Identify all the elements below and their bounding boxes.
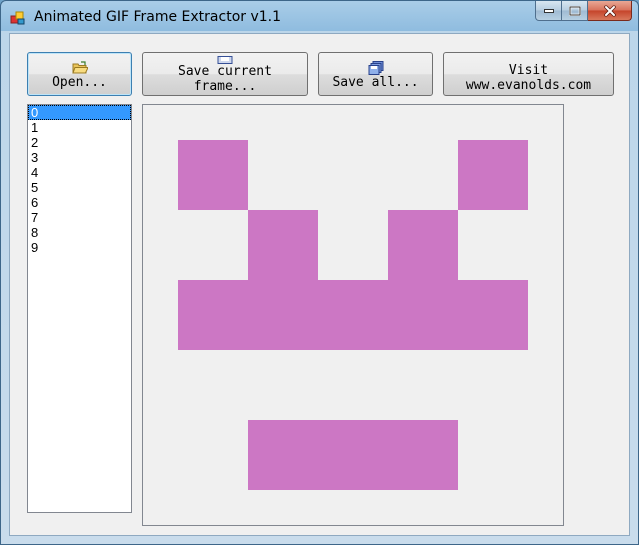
save-all-label: Save all... bbox=[332, 75, 419, 90]
frame-list-item[interactable]: 4 bbox=[28, 165, 131, 180]
frame-list-item[interactable]: 3 bbox=[28, 150, 131, 165]
minimize-button[interactable] bbox=[535, 1, 562, 21]
preview-pixel-block bbox=[248, 420, 458, 490]
app-icon[interactable] bbox=[10, 10, 26, 26]
frame-preview bbox=[142, 104, 564, 526]
close-button[interactable] bbox=[588, 1, 632, 21]
open-folder-icon bbox=[71, 61, 88, 74]
title-bar[interactable]: Animated GIF Frame Extractor v1.1 bbox=[1, 1, 638, 33]
frame-list-item[interactable]: 1 bbox=[28, 120, 131, 135]
frame-list[interactable]: 0123456789 bbox=[27, 104, 132, 513]
frame-list-item[interactable]: 0 bbox=[28, 105, 131, 120]
minimize-icon bbox=[543, 8, 554, 13]
preview-pixel-block bbox=[178, 280, 528, 350]
frame-list-item[interactable]: 7 bbox=[28, 210, 131, 225]
app-window: Animated GIF Frame Extractor v1.1 Open..… bbox=[0, 0, 639, 545]
preview-pixel-block bbox=[178, 140, 248, 210]
preview-canvas bbox=[178, 140, 528, 490]
preview-pixel-block bbox=[248, 210, 318, 280]
caption-buttons bbox=[535, 1, 632, 21]
preview-pixel-block bbox=[388, 210, 458, 280]
save-all-button[interactable]: Save all... bbox=[318, 52, 433, 96]
close-icon bbox=[603, 5, 616, 16]
save-current-frame-button[interactable]: Save current frame... bbox=[142, 52, 308, 96]
client-area: Open... Save current frame... Save all..… bbox=[9, 33, 630, 536]
frame-list-item[interactable]: 5 bbox=[28, 180, 131, 195]
window-title: Animated GIF Frame Extractor v1.1 bbox=[34, 9, 282, 25]
visit-website-label: Visit www.evanolds.com bbox=[465, 62, 592, 93]
frame-list-item[interactable]: 9 bbox=[28, 240, 131, 255]
frame-list-item[interactable]: 2 bbox=[28, 135, 131, 150]
open-button-label: Open... bbox=[52, 75, 107, 90]
maximize-button[interactable] bbox=[562, 1, 588, 21]
save-all-icon bbox=[368, 61, 383, 75]
open-button[interactable]: Open... bbox=[27, 52, 132, 96]
frame-list-item[interactable]: 8 bbox=[28, 225, 131, 240]
maximize-icon bbox=[568, 5, 581, 16]
save-current-frame-label: Save current frame... bbox=[178, 63, 272, 94]
preview-pixel-block bbox=[458, 140, 528, 210]
visit-website-button[interactable]: Visit www.evanolds.com bbox=[443, 52, 614, 96]
frame-list-item[interactable]: 6 bbox=[28, 195, 131, 210]
save-icon bbox=[217, 55, 233, 64]
